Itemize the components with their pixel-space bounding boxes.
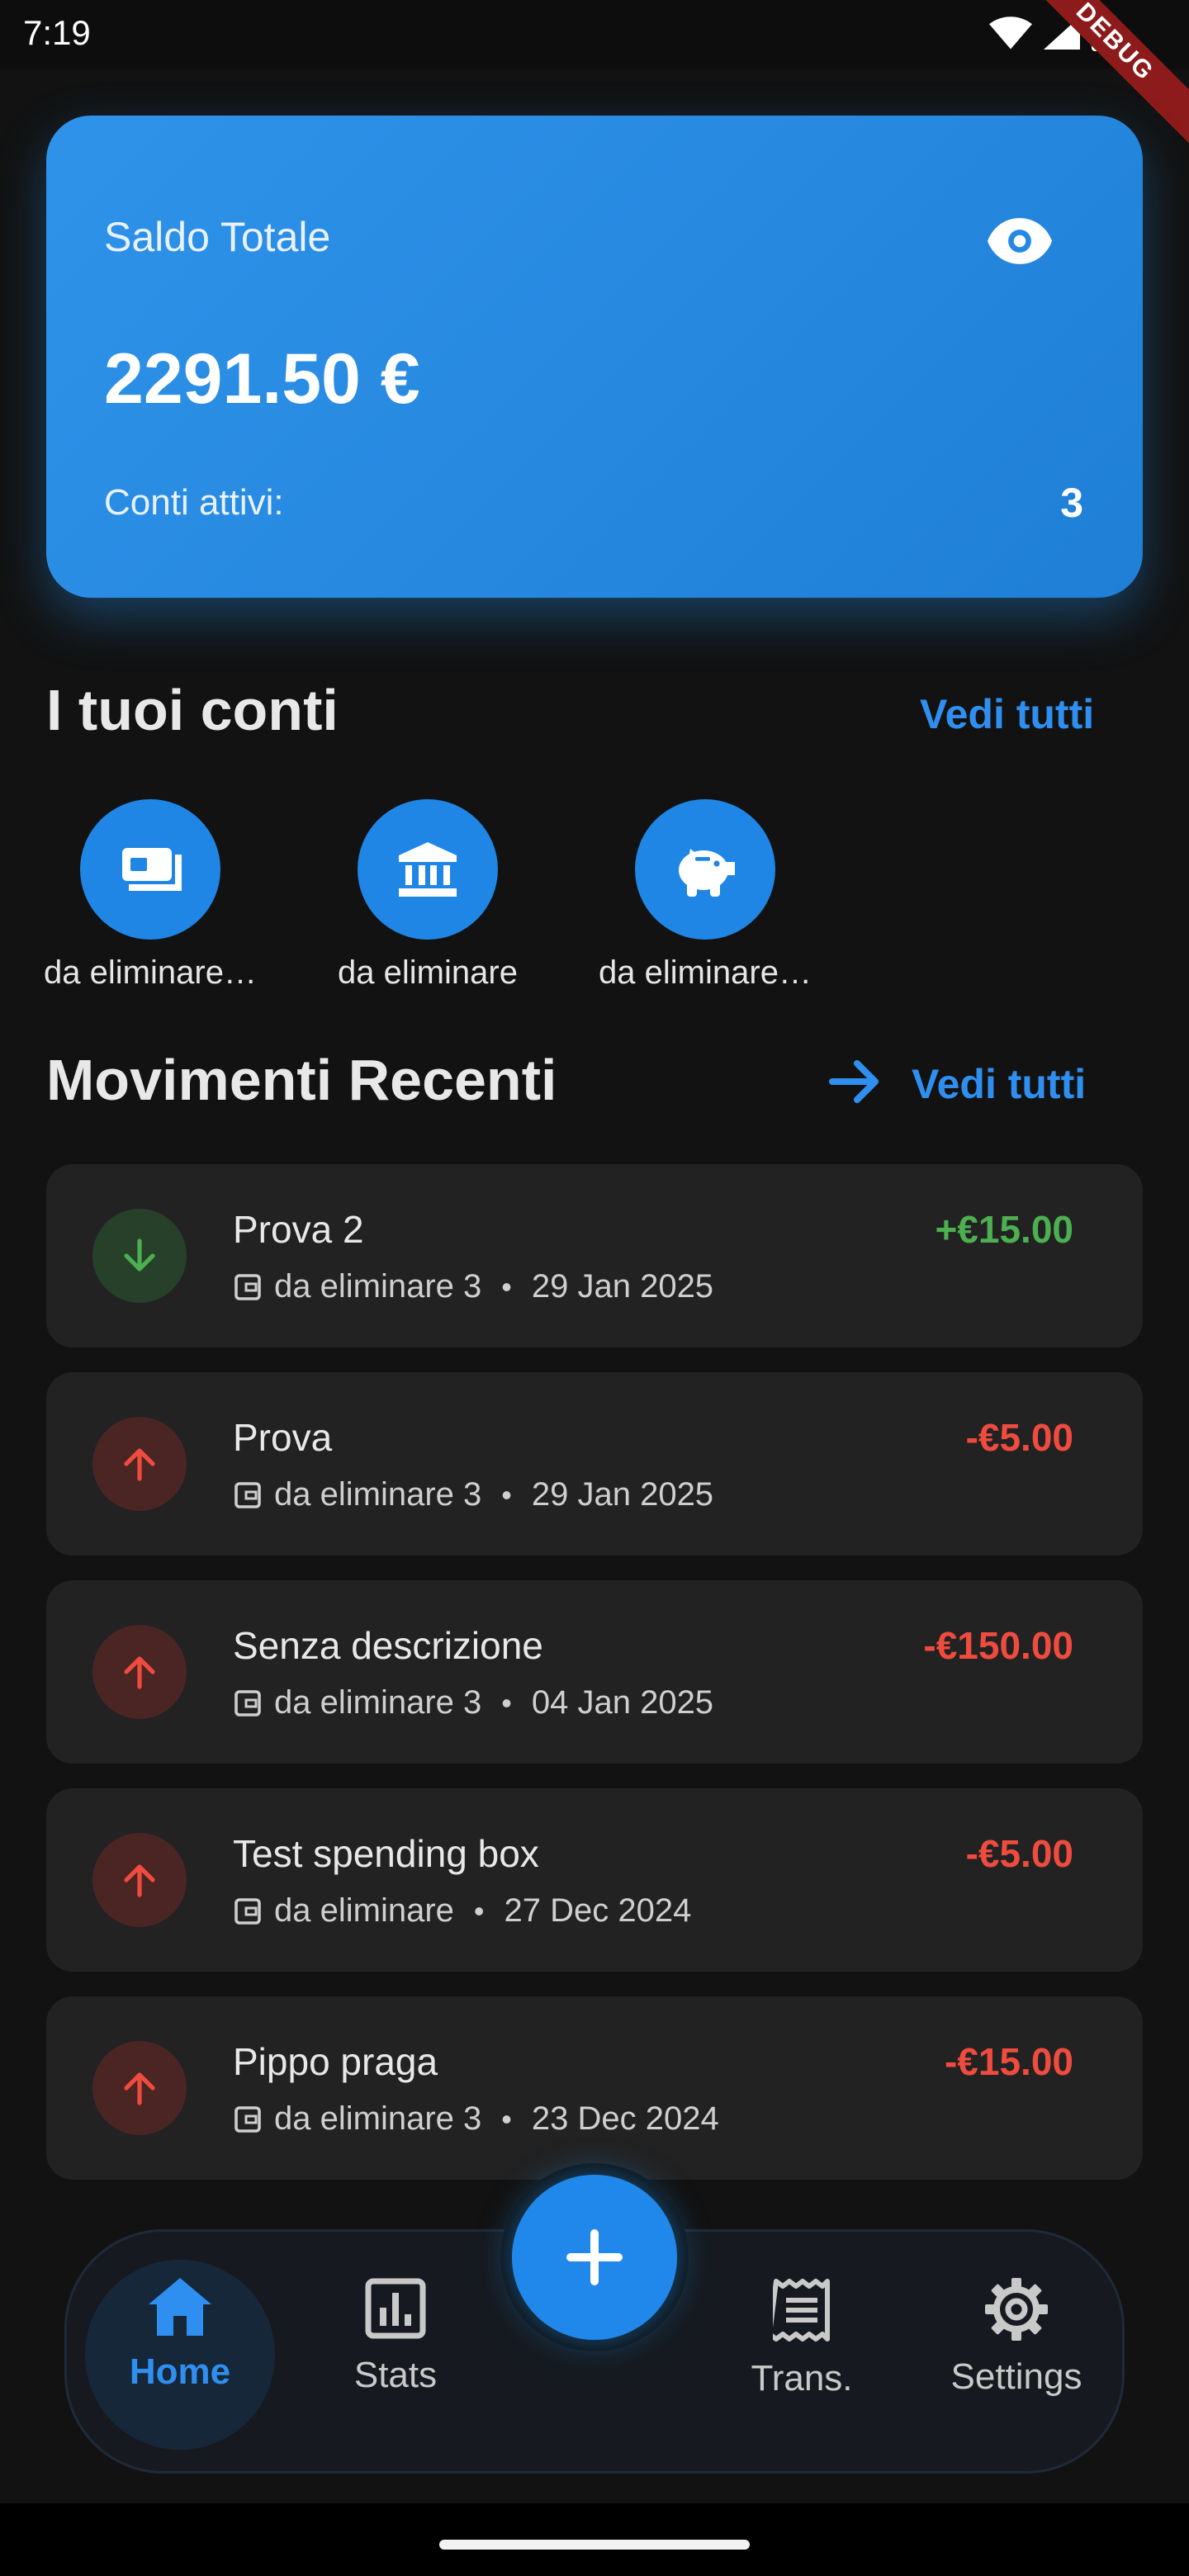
arrow-up-icon (124, 2072, 155, 2105)
account-avatar (80, 799, 220, 940)
add-transaction-fab[interactable] (500, 2163, 689, 2351)
gear-icon (985, 2278, 1048, 2341)
wallet-icon (234, 1897, 261, 1925)
home-indicator[interactable] (439, 2540, 750, 2550)
account-name: da eliminare… (599, 954, 812, 991)
separator-dot: • (501, 2101, 512, 2136)
balance-amount: 2291.50 € (104, 339, 420, 419)
nav-label: Stats (353, 2355, 438, 2395)
expense-indicator (92, 2041, 187, 2135)
active-accounts-label: Conti attivi: (104, 482, 284, 523)
transaction-card[interactable]: Test spending box da eliminare • 27 Dec … (46, 1788, 1143, 1972)
account-item-1[interactable]: da eliminare… (26, 799, 274, 992)
transactions-see-all-link[interactable]: Vedi tutti (912, 1060, 1086, 1108)
nav-label: Home (129, 2351, 231, 2392)
wifi-icon (989, 17, 1032, 50)
arrow-right-icon[interactable] (829, 1058, 882, 1105)
transaction-date: 23 Dec 2024 (531, 2100, 719, 2137)
piggy-bank-icon (679, 849, 735, 897)
separator-dot: • (501, 1685, 512, 1720)
separator-dot: • (501, 1269, 512, 1304)
status-time: 7:19 (23, 13, 91, 52)
transaction-meta: da eliminare 3 • 29 Jan 2025 (233, 1268, 713, 1305)
arrow-up-icon (124, 1448, 155, 1481)
transaction-date: 04 Jan 2025 (531, 1684, 714, 1721)
expense-indicator (92, 1625, 187, 1719)
transaction-title: Prova 2 (233, 1208, 364, 1251)
balance-label: Saldo Totale (104, 214, 331, 260)
transaction-account: da eliminare (274, 1892, 454, 1929)
nav-label: Settings (950, 2356, 1082, 2397)
transaction-account: da eliminare 3 (274, 2100, 482, 2137)
home-icon (149, 2278, 211, 2336)
transactions-section-title: Movimenti Recenti (46, 1048, 557, 1112)
transaction-account: da eliminare 3 (274, 1684, 482, 1721)
transaction-card[interactable]: Prova 2 da eliminare 3 • 29 Jan 2025 +€1… (46, 1164, 1143, 1347)
arrow-down-icon (124, 1238, 155, 1271)
account-item-2[interactable]: da eliminare (304, 799, 552, 992)
transaction-meta: da eliminare 3 • 04 Jan 2025 (233, 1684, 713, 1721)
transaction-title: Senza descrizione (233, 1624, 543, 1667)
transaction-card[interactable]: Senza descrizione da eliminare 3 • 04 Ja… (46, 1580, 1143, 1764)
wallet-icon (234, 2105, 261, 2133)
transaction-amount: -€15.00 (944, 2040, 1073, 2083)
account-avatar (358, 799, 498, 940)
active-accounts-count: 3 (1060, 480, 1083, 526)
transaction-meta: da eliminare • 27 Dec 2024 (233, 1892, 691, 1930)
nav-item-home[interactable]: Home (89, 2278, 271, 2393)
plus-icon (566, 2229, 623, 2285)
stats-icon (365, 2278, 426, 2339)
arrow-up-icon (124, 1864, 155, 1897)
eye-icon[interactable] (988, 218, 1052, 264)
transaction-amount: -€150.00 (923, 1624, 1073, 1667)
accounts-see-all-link[interactable]: Vedi tutti (920, 690, 1094, 738)
separator-dot: • (473, 1893, 485, 1928)
transaction-account: da eliminare 3 (274, 1268, 482, 1305)
account-name: da eliminare… (44, 954, 257, 991)
separator-dot: • (501, 1477, 512, 1512)
expense-indicator (92, 1417, 187, 1511)
account-item-3[interactable]: da eliminare… (581, 799, 829, 992)
transaction-amount: +€15.00 (935, 1208, 1073, 1251)
expense-indicator (92, 1833, 187, 1927)
wallet-icon (234, 1689, 261, 1717)
balance-card: Saldo Totale 2291.50 € Conti attivi: 3 (46, 116, 1143, 598)
transaction-account: da eliminare 3 (274, 1476, 482, 1513)
arrow-up-icon (124, 1656, 155, 1689)
transaction-title: Test spending box (233, 1832, 539, 1875)
account-name: da eliminare (338, 954, 518, 991)
transaction-meta: da eliminare 3 • 29 Jan 2025 (233, 1476, 713, 1513)
nav-item-transactions[interactable]: Trans. (711, 2278, 893, 2399)
transaction-date: 29 Jan 2025 (531, 1268, 714, 1305)
bank-icon (399, 842, 457, 897)
nav-item-settings[interactable]: Settings (926, 2278, 1107, 2398)
wallet-icon (234, 1481, 261, 1508)
receipt-icon (767, 2279, 830, 2342)
transaction-card[interactable]: Prova da eliminare 3 • 29 Jan 2025 -€5.0… (46, 1372, 1143, 1556)
transaction-title: Prova (233, 1416, 333, 1459)
nav-item-stats[interactable]: Stats (305, 2278, 486, 2396)
transaction-amount: -€5.00 (965, 1832, 1073, 1875)
account-avatar (635, 799, 775, 940)
transaction-date: 27 Dec 2024 (504, 1892, 692, 1929)
cash-icon (122, 848, 182, 891)
transaction-title: Pippo praga (233, 2040, 438, 2083)
income-indicator (92, 1209, 187, 1303)
transaction-meta: da eliminare 3 • 23 Dec 2024 (233, 2100, 719, 2138)
transaction-date: 29 Jan 2025 (531, 1476, 714, 1513)
fab-button[interactable] (512, 2175, 677, 2340)
status-bar: 7:19 DEBUG (0, 0, 1189, 149)
transaction-amount: -€5.00 (965, 1416, 1073, 1459)
transaction-card[interactable]: Pippo praga da eliminare 3 • 23 Dec 2024… (46, 1996, 1143, 2180)
accounts-section-title: I tuoi conti (46, 678, 339, 742)
wallet-icon (234, 1273, 261, 1300)
nav-label: Trans. (751, 2358, 853, 2398)
